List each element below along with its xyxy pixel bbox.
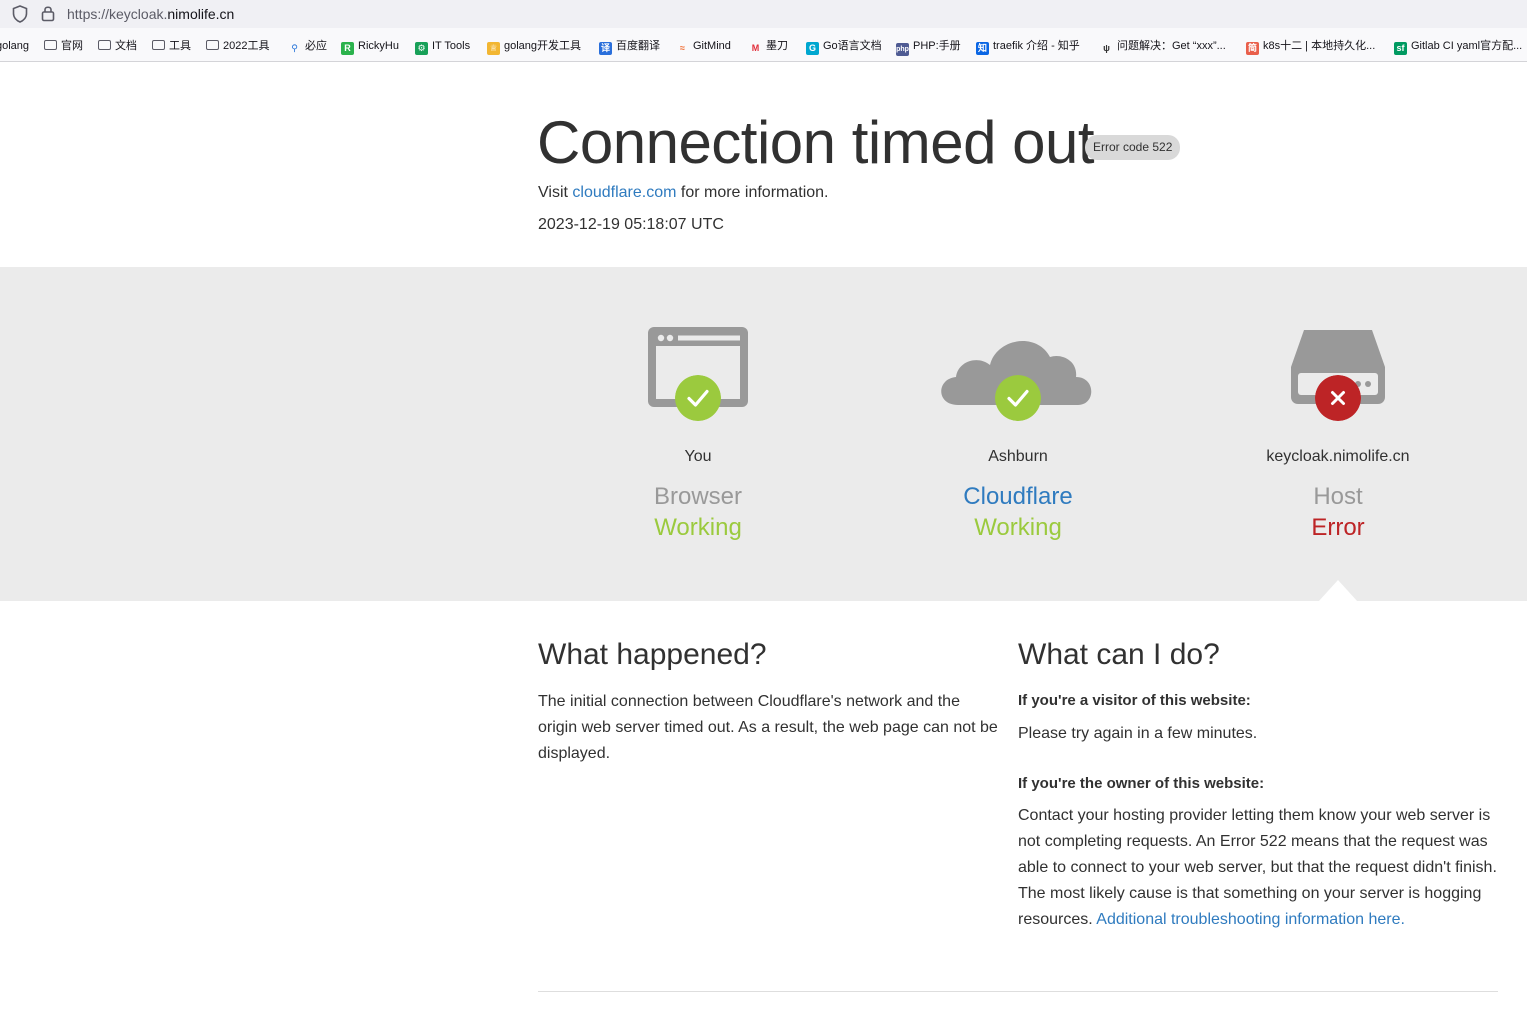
visit-line: Visit cloudflare.com for more informatio… bbox=[538, 184, 829, 201]
troubleshooting-link[interactable]: Additional troubleshooting information h… bbox=[1096, 911, 1405, 928]
bookmark-rickyhu[interactable]: R RickyHu bbox=[341, 38, 399, 55]
visitor-body: Please try again in a few minutes. bbox=[1018, 725, 1258, 742]
status-state: Working bbox=[654, 514, 742, 541]
status-role: Browser bbox=[653, 483, 743, 510]
bookmark-it-tools[interactable]: ⚙ IT Tools bbox=[415, 38, 470, 55]
bookmark-traefik-zhihu[interactable]: 知 traefik 介绍 - 知乎 bbox=[976, 38, 1080, 55]
status-browser: You Browser Working bbox=[578, 267, 818, 601]
status-state: Error bbox=[1311, 514, 1365, 541]
bookmark-go-docs[interactable]: G Go语言文档 bbox=[806, 38, 882, 55]
page-title: Connection timed out bbox=[537, 109, 1095, 176]
check-badge-icon bbox=[675, 375, 721, 421]
search-icon: ⚲ bbox=[291, 43, 298, 53]
visitor-heading: If you're a visitor of this website: bbox=[1018, 692, 1251, 709]
check-badge-icon bbox=[995, 375, 1041, 421]
folder-icon bbox=[98, 40, 111, 50]
timestamp: 2023-12-19 05:18:07 UTC bbox=[538, 216, 724, 233]
what-can-i-do-heading: What can I do? bbox=[1018, 638, 1220, 671]
translate-icon: 译 bbox=[599, 42, 612, 55]
error-code-badge: Error code 522 bbox=[1085, 135, 1181, 160]
gitmind-icon: ≈ bbox=[680, 43, 685, 53]
status-location: Ashburn bbox=[988, 448, 1048, 465]
url-prefix: https://keycloak. bbox=[67, 6, 168, 22]
folder-icon bbox=[44, 40, 57, 50]
bookmark-folder-2022-tools[interactable]: 2022工具 bbox=[206, 38, 269, 54]
bookmark-gitlab-ci[interactable]: sf Gitlab CI yaml官方配... bbox=[1394, 38, 1522, 55]
bookmark-k8s[interactable]: 简 k8s十二 | 本地持久化... bbox=[1246, 38, 1375, 55]
bookmark-folder-guanwang[interactable]: 官网 bbox=[44, 38, 83, 54]
it-tools-icon: ⚙ bbox=[415, 42, 428, 55]
status-state: Working bbox=[974, 514, 1062, 541]
what-happened-body: The initial connection between Cloudflar… bbox=[538, 693, 998, 762]
footer-divider bbox=[538, 991, 1498, 992]
what-happened-heading: What happened? bbox=[538, 638, 767, 671]
bookmark-golang-dev-tools[interactable]: ♕ golang开发工具 bbox=[487, 38, 581, 55]
bookmark-problem-solve[interactable]: ψ 问题解决：Get “xxx”... bbox=[1100, 38, 1226, 54]
status-role: Cloudflare bbox=[963, 483, 1073, 510]
bookmark-bing[interactable]: ⚲ 必应 bbox=[288, 38, 327, 54]
php-icon: php bbox=[896, 43, 909, 56]
status-cloudflare: Ashburn Cloudflare Working bbox=[898, 267, 1138, 601]
url-text[interactable]: https://keycloak.nimolife.cn bbox=[67, 6, 234, 22]
error-badge-icon bbox=[1315, 375, 1361, 421]
bookmark-php-manual[interactable]: php PHP:手册 bbox=[896, 38, 961, 56]
bookmark-folder-gongju[interactable]: 工具 bbox=[152, 38, 191, 54]
crown-icon: ♕ bbox=[487, 42, 500, 55]
url-host: nimolife.cn bbox=[167, 6, 235, 22]
bookmark-folder-wendang[interactable]: 文档 bbox=[98, 38, 137, 54]
url-bar[interactable]: https://keycloak.nimolife.cn bbox=[0, 0, 1527, 28]
status-role: Host bbox=[1313, 483, 1363, 510]
bookmark-baidu-translate[interactable]: 译百度翻译 bbox=[599, 38, 660, 55]
owner-body: Contact your hosting provider letting th… bbox=[1018, 807, 1497, 928]
folder-icon bbox=[152, 40, 165, 50]
status-band: You Browser Working Ashburn Cloudflare W… bbox=[0, 267, 1527, 601]
lock-icon[interactable] bbox=[40, 4, 56, 22]
status-location: keycloak.nimolife.cn bbox=[1266, 448, 1410, 465]
modao-icon: M bbox=[751, 43, 760, 53]
zhihu-icon: 知 bbox=[976, 42, 989, 55]
sf-icon: sf bbox=[1394, 42, 1407, 55]
folder-icon bbox=[206, 40, 219, 50]
rickyhu-icon: R bbox=[341, 42, 354, 55]
tracking-shield-icon[interactable] bbox=[12, 5, 28, 23]
go-icon: G bbox=[806, 42, 819, 55]
bookmark-golang[interactable]: golang bbox=[0, 38, 29, 54]
status-location: You bbox=[684, 448, 712, 465]
bookmark-modao[interactable]: M 墨刀 bbox=[749, 38, 788, 54]
bookmarks-toolbar: golang 官网 文档 工具 2022工具 ⚲必应 RRickyHu ⚙IT … bbox=[0, 28, 1527, 62]
status-host: keycloak.nimolife.cn Host Error bbox=[1218, 267, 1458, 601]
cloudflare-link[interactable]: cloudflare.com bbox=[572, 184, 676, 201]
owner-heading: If you're the owner of this website: bbox=[1018, 775, 1265, 792]
bug-icon: ψ bbox=[1103, 43, 1110, 53]
jianshu-icon: 简 bbox=[1246, 42, 1259, 55]
bookmark-gitmind[interactable]: ≈ GitMind bbox=[676, 38, 731, 54]
error-pointer bbox=[1318, 580, 1358, 602]
